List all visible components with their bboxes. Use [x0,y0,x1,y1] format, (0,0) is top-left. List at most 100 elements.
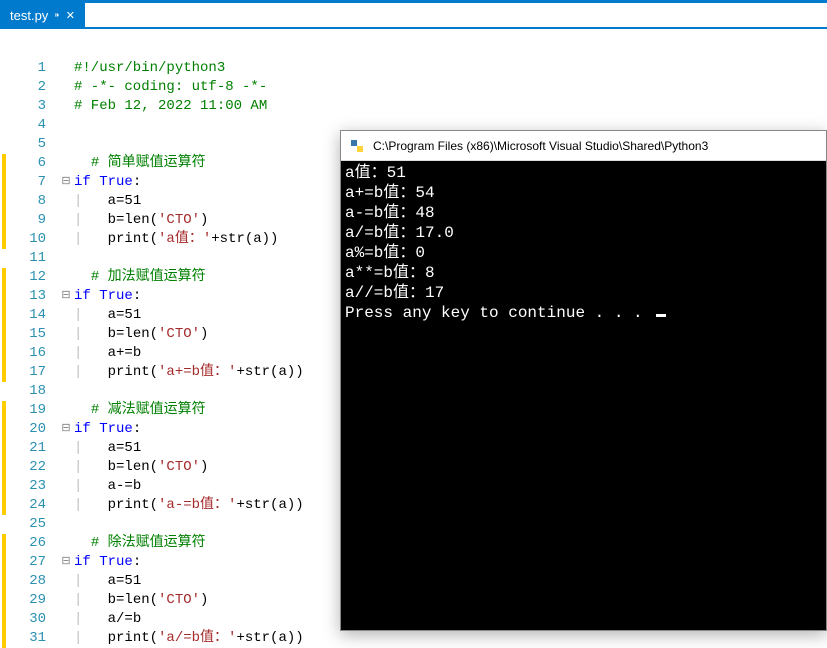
change-marker [2,344,6,363]
change-marker [2,439,6,458]
change-marker [2,401,6,420]
change-marker [2,610,6,629]
line-number: 13 [8,287,46,306]
file-tab[interactable]: test.py ⁍ ✕ [0,3,85,27]
fold-spacer [58,325,74,344]
console-line: Press any key to continue . . . [345,303,822,323]
line-number: 4 [8,116,46,135]
line-number: 28 [8,572,46,591]
fold-spacer [58,515,74,534]
cursor-icon [656,314,666,317]
line-number: 21 [8,439,46,458]
change-marker [2,154,6,173]
code-line[interactable]: #!/usr/bin/python3 [74,59,827,78]
close-icon[interactable]: ✕ [66,9,75,22]
fold-toggle-icon[interactable]: ⊟ [58,420,74,439]
fold-spacer [58,363,74,382]
change-marker-column [0,59,8,631]
line-number: 6 [8,154,46,173]
fold-spacer [58,230,74,249]
line-number: 30 [8,610,46,629]
change-marker [0,515,8,534]
console-output[interactable]: a值：51a+=b值：54a-=b值：48a/=b值：17.0a%=b值：0a*… [341,161,826,630]
fold-spacer [58,59,74,78]
pin-icon[interactable]: ⁍ [54,9,60,22]
fold-spacer [58,249,74,268]
line-number: 31 [8,629,46,648]
code-line[interactable]: # Feb 12, 2022 11:00 AM [74,97,827,116]
line-number: 17 [8,363,46,382]
change-marker [2,306,6,325]
fold-spacer [58,534,74,553]
change-marker [2,629,6,648]
change-marker [2,173,6,192]
change-marker [2,325,6,344]
change-marker [2,553,6,572]
code-line[interactable]: # -*- coding: utf-8 -*- [74,78,827,97]
fold-spacer [58,629,74,648]
fold-column: ⊟ ⊟ ⊟ ⊟ [58,59,74,631]
fold-spacer [58,401,74,420]
fold-spacer [58,477,74,496]
line-number: 14 [8,306,46,325]
python-icon [349,138,365,154]
line-number-gutter: 1234567891011121314151617181920212223242… [8,59,58,631]
console-title: C:\Program Files (x86)\Microsoft Visual … [373,139,708,153]
change-marker [0,78,8,97]
line-number: 23 [8,477,46,496]
console-line: a/=b值：17.0 [345,223,822,243]
line-number: 5 [8,135,46,154]
fold-spacer [58,496,74,515]
fold-spacer [58,306,74,325]
console-line: a值：51 [345,163,822,183]
change-marker [2,458,6,477]
change-marker [2,496,6,515]
line-number: 25 [8,515,46,534]
line-number: 29 [8,591,46,610]
line-number: 22 [8,458,46,477]
fold-toggle-icon[interactable]: ⊟ [58,553,74,572]
fold-spacer [58,572,74,591]
change-marker [2,591,6,610]
line-number: 8 [8,192,46,211]
change-marker [2,211,6,230]
line-number: 7 [8,173,46,192]
line-number: 10 [8,230,46,249]
code-line[interactable]: | print('a/=b值：'+str(a)) [74,629,827,648]
console-window[interactable]: C:\Program Files (x86)\Microsoft Visual … [340,130,827,631]
line-number: 19 [8,401,46,420]
console-line: a-=b值：48 [345,203,822,223]
fold-spacer [58,610,74,629]
change-marker [0,135,8,154]
line-number: 18 [8,382,46,401]
change-marker [2,192,6,211]
line-number: 27 [8,553,46,572]
line-number: 26 [8,534,46,553]
fold-spacer [58,211,74,230]
line-number: 3 [8,97,46,116]
fold-spacer [58,154,74,173]
tab-bar: test.py ⁍ ✕ [0,3,827,29]
line-number: 9 [8,211,46,230]
change-marker [2,420,6,439]
fold-spacer [58,192,74,211]
change-marker [2,363,6,382]
line-number: 24 [8,496,46,515]
console-titlebar[interactable]: C:\Program Files (x86)\Microsoft Visual … [341,131,826,161]
line-number: 16 [8,344,46,363]
line-number: 15 [8,325,46,344]
fold-spacer [58,116,74,135]
console-line: a**=b值：8 [345,263,822,283]
fold-spacer [58,458,74,477]
change-marker [2,287,6,306]
change-marker [0,97,8,116]
change-marker [0,249,8,268]
tab-filename: test.py [10,8,48,23]
fold-toggle-icon[interactable]: ⊟ [58,287,74,306]
fold-toggle-icon[interactable]: ⊟ [58,173,74,192]
line-number: 11 [8,249,46,268]
fold-spacer [58,135,74,154]
line-number: 2 [8,78,46,97]
change-marker [2,230,6,249]
console-line: a%=b值：0 [345,243,822,263]
